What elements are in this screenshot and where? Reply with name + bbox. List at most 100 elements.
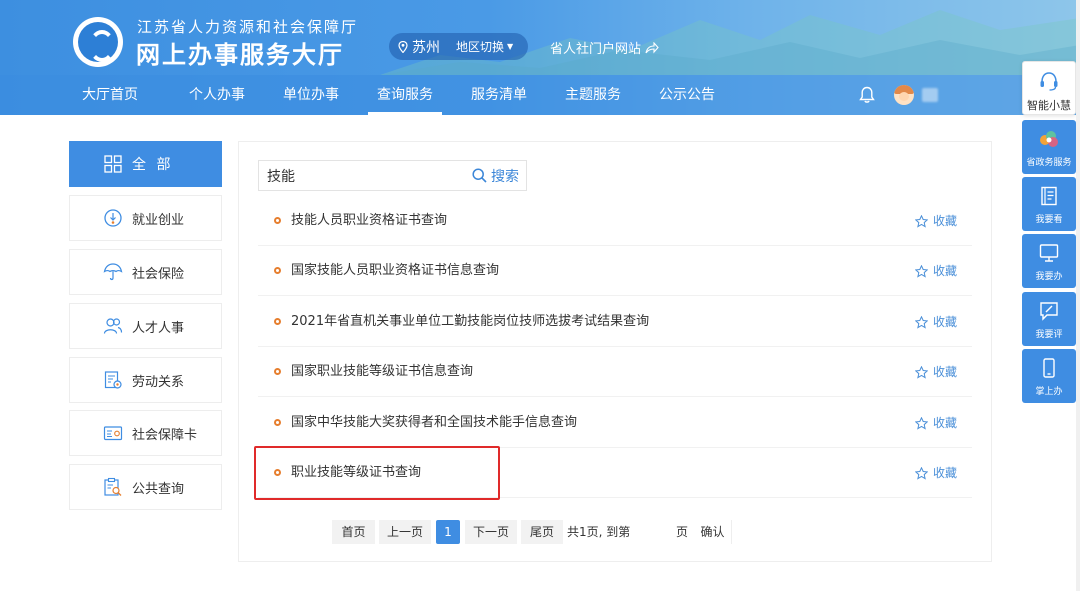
gov-logo-icon	[1040, 131, 1058, 147]
sidebar-item-label: 人才人事	[132, 320, 185, 336]
pagination-next[interactable]: 下一页	[465, 520, 517, 544]
pagination-prev[interactable]: 上一页	[379, 520, 431, 544]
float-tool-label: 我要评	[1035, 330, 1063, 340]
region-switch-label: 地区切换	[456, 40, 505, 54]
book-icon	[1041, 186, 1057, 206]
favorite-label: 收藏	[933, 365, 958, 379]
float-tool-label: 掌上办	[1035, 387, 1063, 397]
result-row: 国家中华技能大奖获得者和全国技术能手信息查询 收藏	[258, 398, 972, 448]
page-scrollbar[interactable]	[1076, 0, 1080, 591]
favorite-button[interactable]: 收藏	[915, 398, 957, 448]
document-gear-icon	[104, 371, 122, 389]
sidebar-item-social-security-card[interactable]: 社会保障卡	[69, 410, 222, 456]
favorite-button[interactable]: 收藏	[915, 448, 957, 498]
result-title-link[interactable]: 国家职业技能等级证书信息查询	[291, 347, 473, 397]
sidebar-item-label: 就业创业	[132, 212, 185, 228]
nav-notice[interactable]: 公示公告	[659, 75, 715, 115]
result-row: 技能人员职业资格证书查询 收藏	[258, 196, 972, 246]
float-tool-handle[interactable]: 我要办	[1022, 234, 1076, 288]
pagination-page-unit: 页	[676, 525, 689, 539]
location-pin-icon	[398, 40, 408, 53]
search-button[interactable]: 搜索	[472, 161, 519, 190]
star-icon	[915, 214, 928, 228]
page-jump-confirm-button[interactable]: 确认	[694, 520, 732, 544]
bullet-icon	[274, 419, 281, 426]
sidebar-item-label: 社会保险	[132, 266, 185, 282]
medal-icon	[104, 209, 122, 227]
sidebar-item-label: 全 部	[132, 157, 174, 173]
sidebar-item-public-query[interactable]: 公共查询	[69, 464, 222, 510]
star-icon	[915, 264, 928, 278]
sidebar-item-label: 劳动关系	[132, 374, 185, 390]
result-row: 国家职业技能等级证书信息查询 收藏	[258, 347, 972, 397]
nav-query[interactable]: 查询服务	[368, 75, 442, 115]
search-icon	[472, 168, 487, 183]
hrss-logo[interactable]	[73, 17, 123, 67]
caret-down-icon: ▼	[507, 42, 514, 51]
pagination-summary: 共1页, 到第	[567, 525, 631, 539]
float-tool-mobile[interactable]: 掌上办	[1022, 349, 1076, 403]
sidebar-item-employment[interactable]: 就业创业	[69, 195, 222, 241]
search-button-label: 搜索	[491, 168, 519, 185]
result-row: 国家技能人员职业资格证书信息查询 收藏	[258, 246, 972, 296]
result-title-link[interactable]: 2021年省直机关事业单位工勤技能岗位技师选拔考试结果查询	[291, 297, 649, 347]
sidebar-item-talent[interactable]: 人才人事	[69, 303, 222, 349]
bullet-icon	[274, 318, 281, 325]
users-icon	[103, 318, 123, 334]
portal-link[interactable]: 省人社门户网站	[550, 38, 659, 57]
clipboard-search-icon	[104, 477, 122, 496]
result-title-link[interactable]: 技能人员职业资格证书查询	[291, 196, 447, 246]
nav-theme[interactable]: 主题服务	[565, 75, 621, 115]
bullet-icon	[274, 217, 281, 224]
favorite-button[interactable]: 收藏	[915, 347, 957, 397]
star-icon	[915, 365, 928, 379]
region-selector[interactable]: 苏州 地区切换 ▼	[389, 33, 528, 60]
result-row: 职业技能等级证书查询 收藏	[258, 448, 972, 498]
result-row: 2021年省直机关事业单位工勤技能岗位技师选拔考试结果查询 收藏	[258, 297, 972, 347]
card-icon	[103, 426, 123, 441]
sidebar-item-all[interactable]: 全 部	[69, 141, 222, 187]
sidebar-item-labor-relations[interactable]: 劳动关系	[69, 357, 222, 403]
favorite-button[interactable]: 收藏	[915, 297, 957, 347]
sidebar-item-social-insurance[interactable]: 社会保险	[69, 249, 222, 295]
username-redacted[interactable]	[922, 88, 938, 102]
org-name: 江苏省人力资源和社会保障厅	[137, 18, 359, 36]
grid-icon	[104, 155, 122, 173]
star-icon	[915, 315, 928, 329]
pagination-first[interactable]: 首页	[332, 520, 375, 544]
favorite-button[interactable]: 收藏	[915, 246, 957, 296]
hall-name: 网上办事服务大厅	[136, 41, 344, 69]
float-tool-label: 我要办	[1035, 272, 1063, 282]
star-icon	[915, 466, 928, 480]
share-arrow-icon	[645, 41, 659, 53]
nav-unit[interactable]: 单位办事	[283, 75, 339, 115]
bullet-icon	[274, 469, 281, 476]
favorite-label: 收藏	[933, 466, 958, 480]
bell-icon[interactable]	[859, 86, 875, 104]
page-jump-input[interactable]	[630, 520, 666, 544]
search-input[interactable]	[259, 161, 464, 190]
float-tool-view[interactable]: 我要看	[1022, 177, 1076, 231]
result-title-link[interactable]: 职业技能等级证书查询	[291, 448, 421, 498]
pagination-page-current[interactable]: 1	[436, 520, 460, 544]
favorite-label: 收藏	[933, 416, 958, 430]
favorite-button[interactable]: 收藏	[915, 196, 957, 246]
pagination-last[interactable]: 尾页	[521, 520, 563, 544]
headset-icon	[1040, 72, 1058, 91]
nav-personal[interactable]: 个人办事	[189, 75, 245, 115]
star-icon	[915, 416, 928, 430]
umbrella-icon	[103, 263, 123, 281]
float-tool-gov-service[interactable]: 省政务服务	[1022, 120, 1076, 174]
monitor-icon	[1039, 244, 1059, 262]
float-tool-label: 省政务服务	[1026, 158, 1072, 168]
result-title-link[interactable]: 国家中华技能大奖获得者和全国技术能手信息查询	[291, 398, 577, 448]
nav-home[interactable]: 大厅首页	[82, 75, 138, 115]
portal-link-label: 省人社门户网站	[550, 42, 642, 57]
float-tool-evaluate[interactable]: 我要评	[1022, 292, 1076, 346]
result-title-link[interactable]: 国家技能人员职业资格证书信息查询	[291, 246, 499, 296]
assistant-label: 智能小慧	[1027, 99, 1071, 112]
smart-assistant-button[interactable]: 智能小慧	[1022, 61, 1076, 115]
avatar[interactable]	[894, 85, 914, 105]
favorite-label: 收藏	[933, 315, 958, 329]
nav-service-list[interactable]: 服务清单	[471, 75, 527, 115]
